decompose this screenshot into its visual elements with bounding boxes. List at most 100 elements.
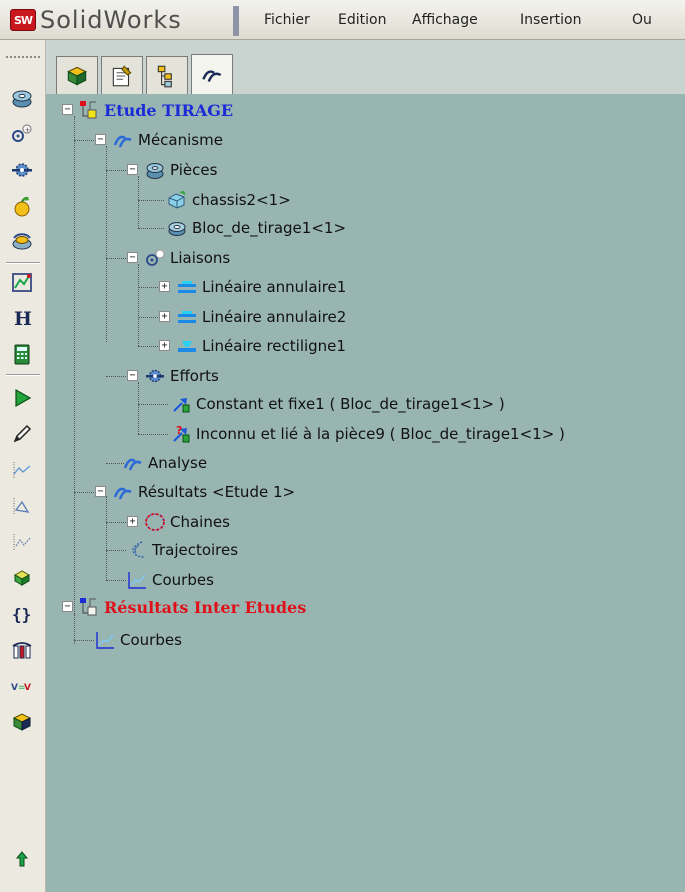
property-manager-icon [112,64,132,86]
collapse-toggle[interactable]: − [127,252,138,263]
mechanism-icon [112,129,134,151]
menu-separator [233,6,239,36]
link1-label: Linéaire annulaire1 [202,278,347,296]
collapse-toggle[interactable]: − [127,164,138,175]
tree-node-inter-results[interactable]: − Résultats Inter Etudes [58,592,306,622]
property-manager-tab[interactable] [101,56,143,94]
menu-outils[interactable]: Ou [632,12,652,28]
feature-manager-icon [67,66,87,86]
analysis-label: Analyse [148,454,208,472]
link2-label: Linéaire annulaire2 [202,308,347,326]
curves-label: Courbes [152,571,214,589]
toolbar-separator [6,262,40,264]
efforts-label: Efforts [170,367,219,385]
config-manager-tab[interactable] [146,56,188,94]
collapse-toggle[interactable]: − [95,486,106,497]
svg-text:+: + [25,126,31,134]
chains-label: Chaines [170,513,230,531]
tree-node-analysis[interactable]: Analyse [122,448,207,478]
play-icon[interactable] [6,382,38,414]
collapse-toggle[interactable]: − [127,370,138,381]
tree-node-link2[interactable]: + Linéaire annulaire2 [154,302,346,332]
tree-node-inter-curves[interactable]: Courbes [94,625,182,655]
calculator-icon[interactable] [6,338,38,370]
menu-edition[interactable]: Edition [338,12,386,28]
tree-line [106,496,107,580]
feature-manager-tab[interactable] [56,56,98,94]
part-icon[interactable] [6,562,38,594]
tree-node-bloc[interactable]: Bloc_de_tirage1<1> [166,213,346,243]
pencil-icon[interactable] [6,418,38,450]
collapse-toggle[interactable]: − [62,104,73,115]
chassis-part-icon [166,189,188,211]
mate-icon[interactable]: + [6,118,38,150]
tree-node-link3[interactable]: + Linéaire rectiligne1 [154,331,346,361]
tree-node-links[interactable]: − Liaisons [122,243,230,273]
trajectories-icon [126,539,148,561]
toolbar-grip[interactable] [6,56,40,58]
block-icon[interactable] [6,706,38,738]
tree-node-mechanism[interactable]: − Mécanisme [90,125,223,155]
results-label: Résultats <Etude 1> [138,483,296,501]
expand-toggle[interactable]: + [159,340,170,351]
up-arrow-icon[interactable] [6,842,38,874]
inter-results-label: Résultats Inter Etudes [104,597,307,617]
menu-bar: SW SolidWorks Fichier Edition Affichage … [0,0,685,40]
rotate-gear-icon[interactable] [6,226,38,258]
study-label: Etude TIRAGE [104,100,234,120]
tree-node-results[interactable]: − Résultats <Etude 1> [90,477,295,507]
menu-affichage[interactable]: Affichage [412,12,478,28]
toolbar-separator [6,374,40,376]
pillars-icon[interactable] [6,634,38,666]
collapse-toggle[interactable]: − [62,601,73,612]
tree-line [106,146,107,342]
tree-node-study[interactable]: − Etude TIRAGE [58,95,233,125]
link3-label: Linéaire rectiligne1 [202,337,346,355]
tree-line [74,116,75,618]
meca-tab[interactable] [191,54,233,95]
curves-icon [126,569,148,591]
tree-node-trajectories[interactable]: Trajectoires [126,535,238,565]
links-icon [144,247,166,269]
study-icon [78,99,100,121]
curve-icon[interactable] [6,454,38,486]
tree-line [106,580,126,581]
collapse-toggle[interactable]: − [95,134,106,145]
parts-label: Pièces [170,161,218,179]
meca-icon [202,70,222,82]
expand-toggle[interactable]: + [159,311,170,322]
h-icon[interactable]: H [6,302,38,334]
config-manager-icon [157,65,172,87]
efforts-icon [144,365,166,387]
tree-node-chains[interactable]: + Chaines [122,507,230,537]
inter-curves-icon [94,629,116,651]
braces-icon[interactable]: {} [6,598,38,630]
svg-text:V: V [11,683,18,693]
svg-text:?: ? [176,424,182,437]
tree-node-effort1[interactable]: Constant et fixe1 ( Bloc_de_tirage1<1> ) [170,389,505,419]
results-icon [112,481,134,503]
gear-link-icon[interactable] [6,154,38,186]
ratio-icon[interactable]: V = V [6,670,38,702]
tree-node-effort2[interactable]: ? Inconnu et lié à la pièce9 ( Bloc_de_t… [170,419,565,449]
part-gear-icon[interactable] [6,82,38,114]
svg-text:H: H [14,308,32,330]
tree-node-parts[interactable]: − Pièces [122,155,217,185]
trajectory-icon[interactable] [6,490,38,522]
svg-text:{}: {} [12,605,31,624]
tree-node-curves[interactable]: Courbes [126,565,214,595]
mechanism-label: Mécanisme [138,131,223,149]
expand-toggle[interactable]: + [127,516,138,527]
chains-icon [144,511,166,533]
tree-node-link1[interactable]: + Linéaire annulaire1 [154,272,346,302]
menu-insertion[interactable]: Insertion [520,12,581,28]
tree-line [74,640,94,641]
graph-icon[interactable] [6,266,38,298]
expand-toggle[interactable]: + [159,281,170,292]
menu-fichier[interactable]: Fichier [264,12,310,28]
tree-node-efforts[interactable]: − Efforts [122,361,219,391]
bloc-part-icon [166,217,188,239]
apple-icon[interactable] [6,190,38,222]
curves-icon[interactable] [6,526,38,558]
tree-node-chassis[interactable]: chassis2<1> [166,185,291,215]
